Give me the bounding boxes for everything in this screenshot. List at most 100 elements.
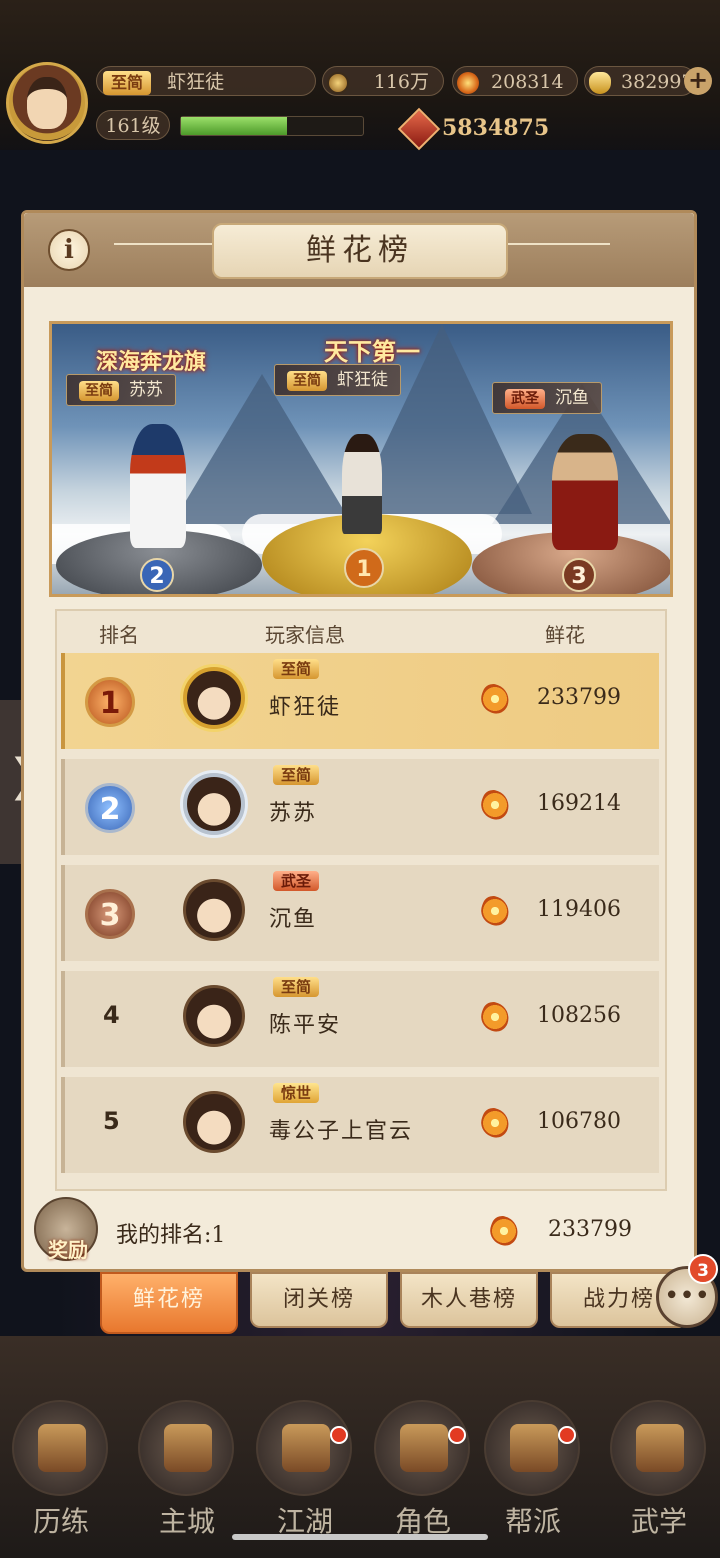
tab-flower-ranking[interactable]: 鲜花榜 <box>100 1272 238 1334</box>
list-header: 排名 玩家信息 鲜花 <box>57 611 665 651</box>
ranking-row-4[interactable]: 4 至简 陈平安 108256 <box>61 971 659 1067</box>
title-ornament-left <box>114 243 224 245</box>
my-rank-bar: 奖励 我的排名:1 233799 <box>24 1197 694 1271</box>
podium-1-nameplate[interactable]: 至简 虾狂徒 <box>274 364 401 396</box>
ingot-counter[interactable]: 382997 <box>584 66 696 96</box>
row-player-name: 陈平安 <box>269 1013 342 1038</box>
player-name: 虾狂徒 <box>167 71 225 93</box>
ranking-row-3[interactable]: 3 武圣 沉鱼 119406 <box>61 865 659 961</box>
row-rank-tag: 武圣 <box>273 871 320 891</box>
tab-seclusion-ranking[interactable]: 闭关榜 <box>250 1272 388 1328</box>
home-indicator[interactable] <box>232 1534 488 1540</box>
ranking-row-2[interactable]: 2 至简 苏苏 169214 <box>61 759 659 855</box>
row-player-name: 沉鱼 <box>269 907 318 932</box>
tab-wooden-alley-ranking[interactable]: 木人巷榜 <box>400 1272 538 1328</box>
podium-2-title: 深海奔龙旗 <box>96 349 207 375</box>
jianghu-icon <box>256 1400 352 1496</box>
rank-number: 5 <box>103 1107 120 1135</box>
flower-icon <box>490 1217 518 1245</box>
row-rank-tag: 至简 <box>273 765 320 785</box>
row-rank-tag-wrap: 惊世 <box>273 1083 320 1103</box>
podium-2-rank-tag: 至简 <box>79 381 119 401</box>
header-flowers: 鲜花 <box>545 623 585 647</box>
player-status-bar: 至简 虾狂徒 161级 116万 208314 382997 + 5834875 <box>0 0 720 151</box>
power-gem-icon <box>397 107 441 151</box>
podium-3-rank-tag: 武圣 <box>505 389 545 409</box>
nav-label: 历练 <box>32 1505 89 1538</box>
character-figure-2[interactable] <box>130 424 186 548</box>
row-flower-count: 106780 <box>537 1109 621 1134</box>
flower-counter[interactable]: 208314 <box>452 66 578 96</box>
info-icon[interactable]: i <box>48 229 90 271</box>
flower-icon <box>481 685 509 713</box>
notification-dot <box>330 1426 348 1444</box>
flower-icon <box>481 1109 509 1137</box>
combat-power-value: 5834875 <box>442 115 550 141</box>
rank-number: 4 <box>103 1001 120 1029</box>
row-rank-tag: 至简 <box>273 659 320 679</box>
ranking-list: 排名 玩家信息 鲜花 1 至简 虾狂徒 233799 2 至简 苏苏 16921… <box>55 609 667 1191</box>
avatar[interactable] <box>183 667 245 729</box>
title-ornament-right <box>500 243 610 245</box>
row-flower-count: 169214 <box>537 791 621 816</box>
character-icon <box>374 1400 470 1496</box>
character-figure-1[interactable] <box>342 434 382 534</box>
notification-dot <box>558 1426 576 1444</box>
avatar[interactable] <box>183 985 245 1047</box>
row-player-name: 苏苏 <box>269 801 318 826</box>
nav-character[interactable]: 角色 <box>368 1400 478 1540</box>
nav-martial-arts[interactable]: 武学 <box>604 1400 714 1540</box>
player-name-plate: 至简 虾狂徒 <box>96 66 316 96</box>
podium-1-medal: 1 <box>344 548 384 588</box>
avatar[interactable] <box>183 1091 245 1153</box>
ingot-icon <box>589 72 611 94</box>
coin-counter[interactable]: 116万 <box>322 66 444 96</box>
my-flower-count: 233799 <box>548 1217 632 1242</box>
combat-power: 5834875 <box>397 107 550 151</box>
character-figure-3[interactable] <box>552 434 618 550</box>
row-rank-tag: 惊世 <box>273 1083 320 1103</box>
panel-title: 鲜花榜 <box>212 223 508 279</box>
nav-training[interactable]: 历练 <box>6 1400 116 1540</box>
nav-label: 主城 <box>158 1505 215 1538</box>
ranking-row-5[interactable]: 5 惊世 毒公子上官云 106780 <box>61 1077 659 1173</box>
coin-icon <box>327 72 349 94</box>
flower-value: 208314 <box>491 71 564 93</box>
notification-dot <box>448 1426 466 1444</box>
nav-main-city[interactable]: 主城 <box>132 1400 242 1540</box>
xp-fill <box>181 117 287 135</box>
avatar-face <box>27 77 67 129</box>
flower-icon <box>457 72 479 94</box>
rank-medal-1: 1 <box>85 677 135 727</box>
flower-icon <box>481 897 509 925</box>
podium-3-medal: 3 <box>562 558 596 592</box>
header-rank: 排名 <box>99 623 139 647</box>
reward-label: 奖励 <box>48 1238 88 1262</box>
main-city-icon <box>138 1400 234 1496</box>
podium-3-nameplate[interactable]: 武圣 沉鱼 <box>492 382 602 414</box>
nav-label: 武学 <box>630 1505 687 1538</box>
guild-icon <box>484 1400 580 1496</box>
row-flower-count: 108256 <box>537 1003 621 1028</box>
my-rank-label: 我的排名:1 <box>116 1223 226 1248</box>
xp-bar <box>180 116 364 136</box>
avatar[interactable] <box>183 879 245 941</box>
row-rank-tag-wrap: 至简 <box>273 977 320 997</box>
player-avatar[interactable] <box>6 62 88 144</box>
row-flower-count: 119406 <box>537 897 621 922</box>
row-rank-tag-wrap: 武圣 <box>273 871 320 891</box>
podium-1-title: 天下第一 <box>324 337 420 366</box>
podium-2-medal: 2 <box>140 558 174 592</box>
ranking-row-1[interactable]: 1 至简 虾狂徒 233799 <box>61 653 659 749</box>
row-player-name: 毒公子上官云 <box>269 1119 414 1144</box>
avatar[interactable] <box>183 773 245 835</box>
rank-medal-3: 3 <box>85 889 135 939</box>
coin-value: 116万 <box>373 71 429 93</box>
row-rank-tag-wrap: 至简 <box>273 765 320 785</box>
add-currency-button[interactable]: + <box>684 67 712 95</box>
podium-2-nameplate[interactable]: 至简 苏苏 <box>66 374 176 406</box>
mountain <box>172 374 352 524</box>
nav-jianghu[interactable]: 江湖 <box>250 1400 360 1540</box>
reward-button[interactable]: 奖励 <box>34 1197 98 1262</box>
nav-guild[interactable]: 帮派 <box>478 1400 588 1540</box>
